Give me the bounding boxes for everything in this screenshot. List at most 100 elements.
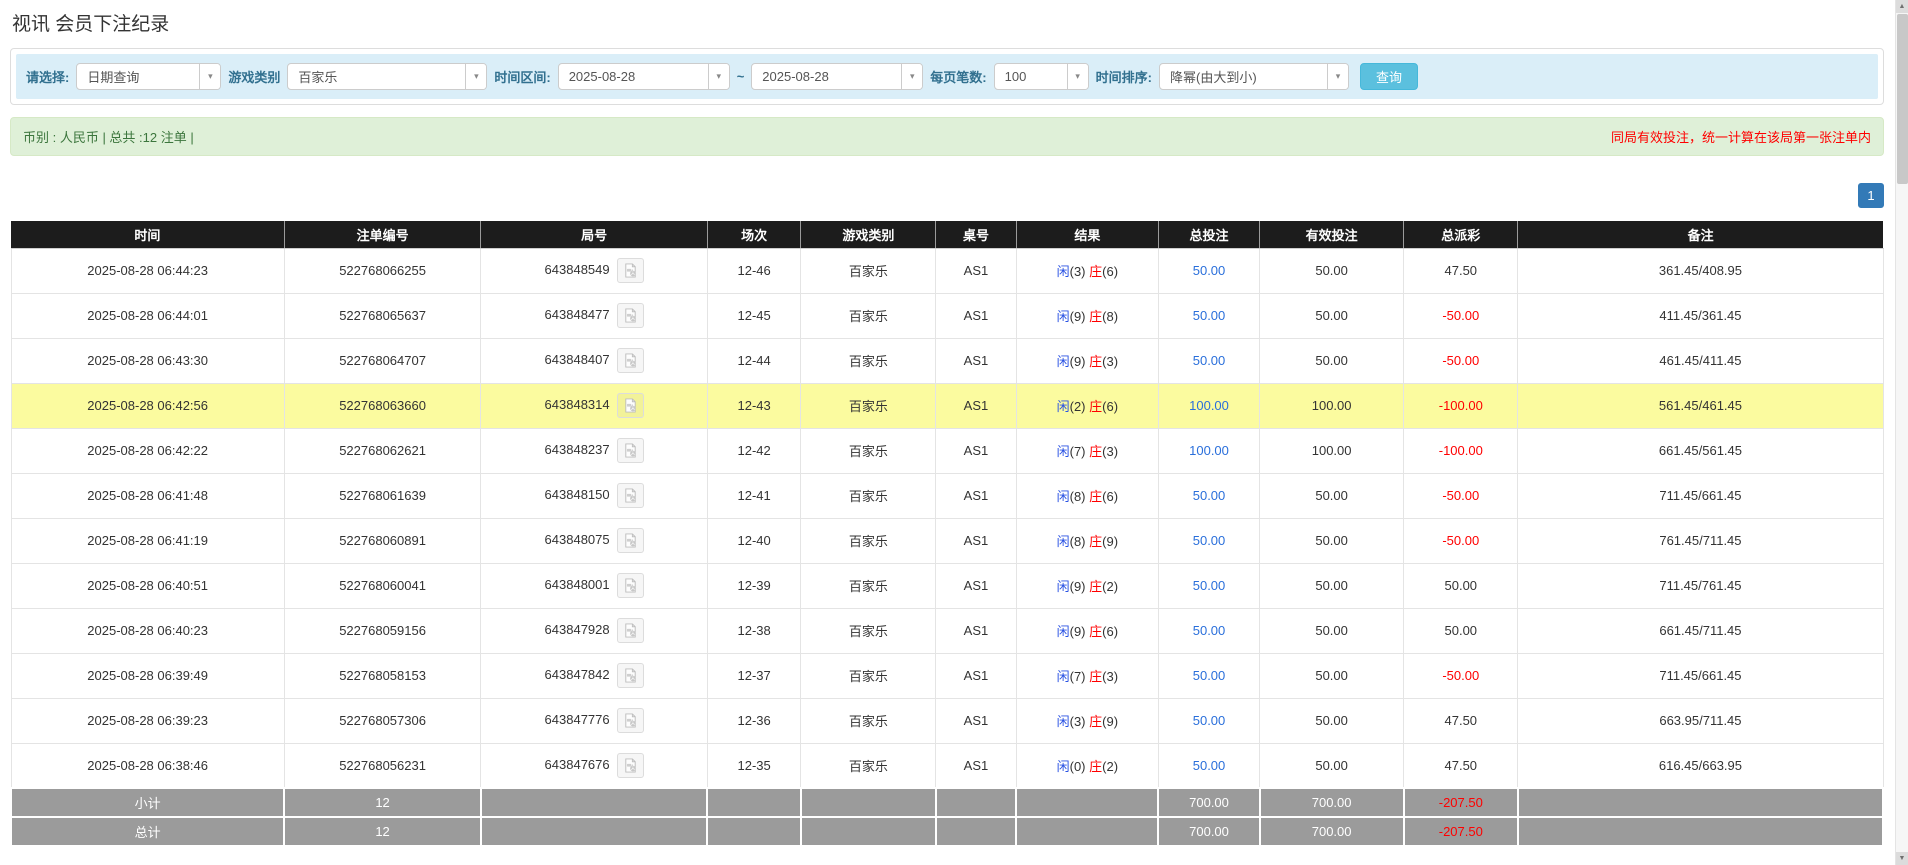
result-player-label: 闲 bbox=[1057, 669, 1070, 684]
summary-bar: 币别 : 人民币 | 总共 :12 注单 | 同局有效投注，统一计算在该局第一张… bbox=[10, 117, 1884, 156]
cell-session: 12-44 bbox=[707, 338, 801, 383]
cell-bet-id: 522768058153 bbox=[284, 653, 481, 698]
result-player-label: 闲 bbox=[1057, 579, 1070, 594]
total-bet-link[interactable]: 50.00 bbox=[1193, 578, 1226, 593]
chevron-down-icon: ▾ bbox=[1067, 64, 1088, 89]
cell-note: 411.45/361.45 bbox=[1518, 293, 1883, 338]
date-from-value: 2025-08-28 bbox=[559, 69, 708, 84]
video-replay-button[interactable] bbox=[617, 258, 644, 283]
total-bet-link[interactable]: 50.00 bbox=[1193, 488, 1226, 503]
total-bet-link[interactable]: 50.00 bbox=[1193, 668, 1226, 683]
video-replay-button[interactable] bbox=[617, 753, 644, 778]
result-player-score: (0) bbox=[1070, 759, 1086, 774]
page-title: 视讯 会员下注纪录 bbox=[10, 0, 1884, 48]
cell-valid-bet: 50.00 bbox=[1260, 248, 1404, 293]
cell-payout: 47.50 bbox=[1404, 248, 1518, 293]
vertical-scrollbar[interactable]: ▲ ▼ bbox=[1895, 0, 1908, 865]
scrollbar-thumb[interactable] bbox=[1897, 14, 1908, 184]
range-separator: ~ bbox=[737, 69, 745, 84]
total-bet-link[interactable]: 100.00 bbox=[1189, 443, 1229, 458]
filter-bar: 请选择: 日期查询 ▾ 游戏类别 百家乐 ▾ 时间区间: 2025-08-28 … bbox=[16, 54, 1878, 99]
result-player-label: 闲 bbox=[1057, 714, 1070, 729]
video-replay-button[interactable] bbox=[617, 483, 644, 508]
cell-result: 闲(8) 庄(9) bbox=[1016, 518, 1158, 563]
table-row: 2025-08-28 06:42:22 522768062621 6438482… bbox=[11, 428, 1883, 473]
table-header-row: 时间注单编号局号场次游戏类别桌号结果总投注有效投注总派彩备注 bbox=[11, 221, 1883, 248]
round-id-text: 643848075 bbox=[545, 532, 610, 547]
film-document-icon bbox=[623, 353, 638, 368]
cell-note: 461.45/411.45 bbox=[1518, 338, 1883, 383]
page-1-button[interactable]: 1 bbox=[1858, 183, 1884, 208]
cell-table-id: AS1 bbox=[936, 428, 1016, 473]
page-size-select[interactable]: 100 ▾ bbox=[994, 63, 1089, 90]
cell-game-type: 百家乐 bbox=[801, 473, 936, 518]
column-header-8: 总投注 bbox=[1158, 221, 1259, 248]
column-header-7: 结果 bbox=[1016, 221, 1158, 248]
date-from-select[interactable]: 2025-08-28 ▾ bbox=[558, 63, 730, 90]
cell-note: 711.45/661.45 bbox=[1518, 473, 1883, 518]
cell-result: 闲(2) 庄(6) bbox=[1016, 383, 1158, 428]
round-id-text: 643848150 bbox=[545, 487, 610, 502]
scroll-up-arrow-icon[interactable]: ▲ bbox=[1896, 0, 1908, 13]
total-bet-link[interactable]: 50.00 bbox=[1193, 758, 1226, 773]
column-header-6: 桌号 bbox=[936, 221, 1016, 248]
video-replay-button[interactable] bbox=[617, 663, 644, 688]
total-bet-link[interactable]: 100.00 bbox=[1189, 398, 1229, 413]
footer-empty-cell bbox=[481, 817, 708, 846]
sort-order-label: 时间排序: bbox=[1096, 67, 1152, 86]
video-replay-button[interactable] bbox=[617, 618, 644, 643]
sort-order-value: 降幂(由大到小) bbox=[1160, 67, 1327, 86]
video-replay-button[interactable] bbox=[617, 303, 644, 328]
video-replay-button[interactable] bbox=[617, 528, 644, 553]
table-row: 2025-08-28 06:38:46 522768056231 6438476… bbox=[11, 743, 1883, 788]
total-bet-link[interactable]: 50.00 bbox=[1193, 623, 1226, 638]
sort-order-select[interactable]: 降幂(由大到小) ▾ bbox=[1159, 63, 1349, 90]
column-header-9: 有效投注 bbox=[1260, 221, 1404, 248]
cell-total-bet: 50.00 bbox=[1158, 293, 1259, 338]
result-banker-label: 庄 bbox=[1089, 579, 1102, 594]
result-player-score: (3) bbox=[1070, 264, 1086, 279]
table-body: 2025-08-28 06:44:23 522768066255 6438485… bbox=[11, 248, 1883, 788]
video-replay-button[interactable] bbox=[617, 438, 644, 463]
result-player-label: 闲 bbox=[1057, 444, 1070, 459]
footer-count: 12 bbox=[284, 817, 481, 846]
cell-game-type: 百家乐 bbox=[801, 338, 936, 383]
cell-time: 2025-08-28 06:41:48 bbox=[11, 473, 284, 518]
video-replay-button[interactable] bbox=[617, 708, 644, 733]
video-replay-button[interactable] bbox=[617, 393, 644, 418]
column-header-5: 游戏类别 bbox=[801, 221, 936, 248]
result-banker-label: 庄 bbox=[1089, 759, 1102, 774]
total-bet-link[interactable]: 50.00 bbox=[1193, 263, 1226, 278]
cell-result: 闲(9) 庄(2) bbox=[1016, 563, 1158, 608]
footer-count: 12 bbox=[284, 788, 481, 817]
result-player-label: 闲 bbox=[1057, 534, 1070, 549]
footer-total-bet: 700.00 bbox=[1158, 817, 1259, 846]
cell-game-type: 百家乐 bbox=[801, 743, 936, 788]
search-button[interactable]: 查询 bbox=[1360, 63, 1418, 90]
cell-result: 闲(3) 庄(6) bbox=[1016, 248, 1158, 293]
table-row: 2025-08-28 06:42:56 522768063660 6438483… bbox=[11, 383, 1883, 428]
table-row: 2025-08-28 06:44:01 522768065637 6438484… bbox=[11, 293, 1883, 338]
scroll-down-arrow-icon[interactable]: ▼ bbox=[1896, 852, 1908, 865]
cell-game-type: 百家乐 bbox=[801, 563, 936, 608]
result-player-score: (7) bbox=[1070, 444, 1086, 459]
total-bet-link[interactable]: 50.00 bbox=[1193, 533, 1226, 548]
cell-valid-bet: 50.00 bbox=[1260, 473, 1404, 518]
cell-round-id: 643848314 bbox=[481, 383, 708, 428]
video-replay-button[interactable] bbox=[617, 348, 644, 373]
result-player-label: 闲 bbox=[1057, 264, 1070, 279]
column-header-1: 时间 bbox=[11, 221, 284, 248]
film-document-icon bbox=[623, 263, 638, 278]
query-type-select[interactable]: 日期查询 ▾ bbox=[76, 63, 221, 90]
total-bet-link[interactable]: 50.00 bbox=[1193, 308, 1226, 323]
total-bet-link[interactable]: 50.00 bbox=[1193, 353, 1226, 368]
result-banker-score: (3) bbox=[1102, 669, 1118, 684]
footer-empty-cell bbox=[1016, 788, 1158, 817]
video-replay-button[interactable] bbox=[617, 573, 644, 598]
round-id-text: 643848237 bbox=[545, 442, 610, 457]
cell-table-id: AS1 bbox=[936, 248, 1016, 293]
cell-payout: -50.00 bbox=[1404, 338, 1518, 383]
game-type-select[interactable]: 百家乐 ▾ bbox=[287, 63, 487, 90]
total-bet-link[interactable]: 50.00 bbox=[1193, 713, 1226, 728]
date-to-select[interactable]: 2025-08-28 ▾ bbox=[751, 63, 923, 90]
